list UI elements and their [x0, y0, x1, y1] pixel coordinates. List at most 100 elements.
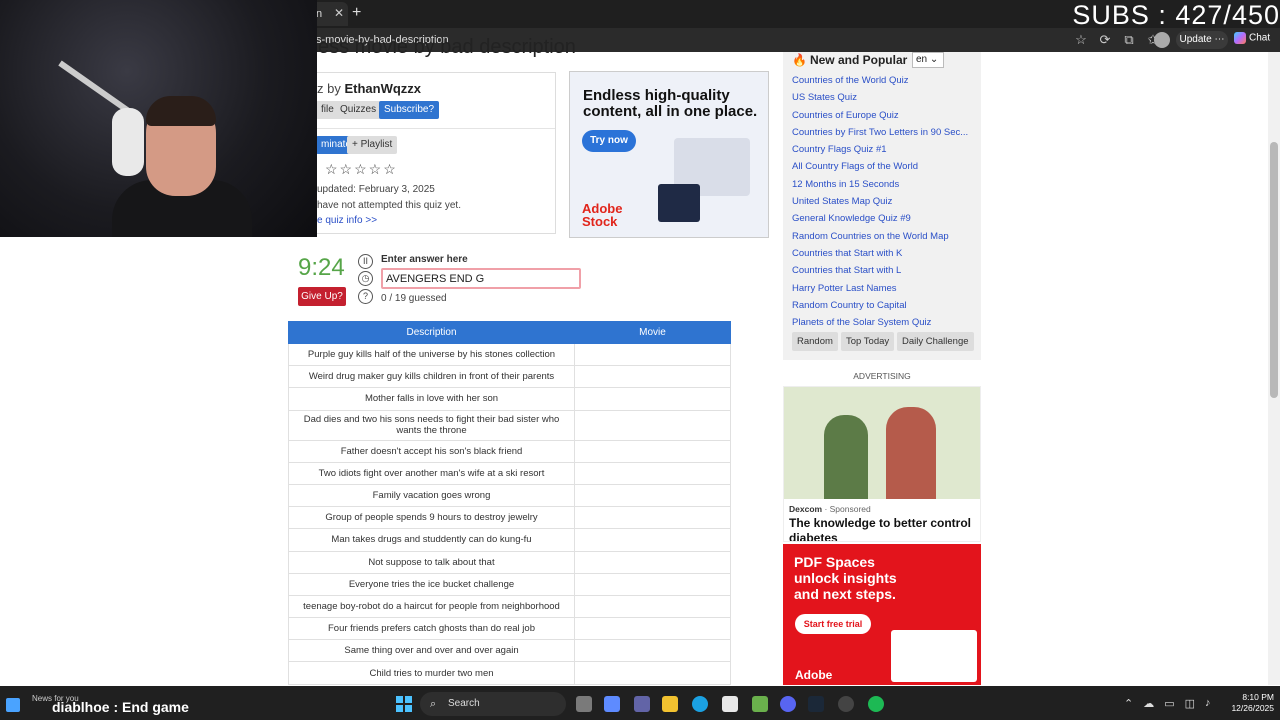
daily-challenge-button[interactable]: Daily Challenge	[897, 332, 974, 351]
ad-headline: The knowledge to better control	[789, 516, 972, 530]
chevron-up-icon[interactable]: ⌃	[1124, 697, 1133, 710]
ad-person	[824, 415, 868, 499]
page-scrollbar[interactable]	[1268, 52, 1280, 685]
system-clock[interactable]: 8:10 PM 12/26/2025	[1226, 692, 1274, 714]
sponsor-name: Dexcom	[789, 504, 823, 514]
quiz-author[interactable]: EthanWqzzx	[344, 81, 421, 96]
movie-cell	[574, 409, 731, 441]
popular-quiz-link[interactable]: Random Country to Capital	[792, 297, 968, 314]
microphone	[112, 108, 144, 176]
taskbar-search[interactable]: ⌕ Search	[420, 692, 566, 716]
popular-quiz-link[interactable]: All Country Flags of the World	[792, 158, 968, 175]
chat-label: Chat	[1249, 32, 1271, 44]
page-title: ess movie by bad description	[318, 36, 576, 58]
movie-cell	[574, 528, 731, 552]
help-icon[interactable]: ?	[358, 289, 373, 304]
guessed-count: 0 / 19 guessed	[381, 293, 447, 304]
table-row: Two idiots fight over another man's wife…	[288, 461, 731, 485]
popular-quiz-link[interactable]: Countries that Start with K	[792, 245, 968, 262]
ad-headline-cont: diabetes	[789, 531, 838, 542]
popular-quiz-link[interactable]: 12 Months in 15 Seconds	[792, 176, 968, 193]
popular-quiz-link[interactable]: Countries by First Two Letters in 90 Sec…	[792, 124, 968, 141]
table-row: Dad dies and two his sons needs to fight…	[288, 409, 731, 441]
adobe-stock-ad[interactable]: Endless high-quality content, all in one…	[569, 71, 769, 238]
quizzes-button[interactable]: Quizzes	[335, 101, 382, 119]
display-icon[interactable]: ▭	[1164, 697, 1174, 710]
close-icon[interactable]: ✕	[334, 6, 344, 20]
spotify-icon[interactable]	[868, 696, 884, 712]
volume-icon[interactable]: ♪	[1205, 697, 1211, 710]
extensions-icon[interactable]: ⧉	[1122, 32, 1136, 48]
start-icon[interactable]	[396, 696, 412, 712]
answer-input[interactable]	[381, 268, 581, 289]
new-tab-icon[interactable]: +	[352, 4, 361, 22]
search-icon: ⌕	[430, 698, 437, 710]
discord-icon[interactable]	[780, 696, 796, 712]
popular-quiz-link[interactable]: Country Flags Quiz #1	[792, 141, 968, 158]
rating-stars[interactable]: ☆☆☆☆☆	[325, 161, 398, 178]
copilot-app-icon[interactable]	[604, 696, 620, 712]
star-icon[interactable]: ☆	[1074, 32, 1088, 48]
network-icon[interactable]: ◫	[1185, 697, 1195, 710]
table-row: Child tries to murder two men	[288, 661, 731, 685]
table-row: Group of people spends 9 hours to destro…	[288, 506, 731, 530]
pause-icon[interactable]: II	[358, 254, 373, 269]
popular-quiz-link[interactable]: Countries of Europe Quiz	[792, 107, 968, 124]
popular-quiz-link[interactable]: US States Quiz	[792, 89, 968, 106]
table-row: Not suppose to talk about that	[288, 550, 731, 574]
table-row: teenage boy-robot do a haircut for peopl…	[288, 594, 731, 619]
refresh-icon[interactable]: ⟳	[1098, 32, 1112, 48]
popular-quiz-link[interactable]: Countries that Start with L	[792, 262, 968, 279]
top-today-button[interactable]: Top Today	[841, 332, 895, 351]
edge-icon[interactable]	[692, 696, 708, 712]
widgets-icon[interactable]	[6, 698, 20, 712]
popular-quiz-link[interactable]: Harry Potter Last Names	[792, 280, 968, 297]
quiz-info-link[interactable]: e quiz info >>	[317, 215, 377, 226]
profile-avatar[interactable]	[1154, 32, 1170, 48]
obs-icon[interactable]	[838, 696, 854, 712]
search-label: Search	[448, 698, 480, 709]
update-button[interactable]: Update ⋯	[1176, 31, 1228, 49]
scroll-thumb[interactable]	[1270, 142, 1278, 398]
start-free-trial-button[interactable]: Start free trial	[795, 614, 871, 634]
updated-date: updated: February 3, 2025	[317, 184, 435, 195]
dexcom-ad[interactable]: Dexcom · Sponsored The knowledge to bett…	[783, 386, 981, 542]
ad-brand-line2: Stock	[582, 214, 618, 229]
cloud-icon[interactable]: ☁	[1143, 697, 1154, 710]
popular-quiz-link[interactable]: Countries of the World Quiz	[792, 72, 968, 89]
language-select[interactable]: en ⌄	[912, 52, 944, 68]
file-explorer-icon[interactable]	[662, 696, 678, 712]
description-cell: Four friends prefers catch ghosts than d…	[288, 617, 575, 641]
playlist-button[interactable]: + Playlist	[347, 136, 398, 154]
clock-date: 12/26/2025	[1231, 703, 1274, 713]
movie-cell	[574, 506, 731, 530]
ad-artwork	[891, 630, 977, 682]
random-button[interactable]: Random	[792, 332, 838, 351]
popular-quiz-link[interactable]: United States Map Quiz	[792, 193, 968, 210]
adobe-pdf-ad[interactable]: PDF Spaces unlock insights and next step…	[783, 544, 981, 685]
description-cell: Two idiots fight over another man's wife…	[288, 461, 575, 485]
movie-cell	[574, 342, 731, 367]
chat-button[interactable]: Chat	[1234, 32, 1270, 44]
popular-quiz-link[interactable]: Random Countries on the World Map	[792, 228, 968, 245]
teams-icon[interactable]	[634, 696, 650, 712]
description-cell: Child tries to murder two men	[288, 661, 575, 685]
popular-quiz-link[interactable]: Planets of the Solar System Quiz	[792, 314, 968, 331]
advertising-label: ADVERTISING	[853, 371, 911, 381]
store-icon[interactable]	[722, 696, 738, 712]
movie-cell	[574, 661, 731, 685]
steam-icon[interactable]	[808, 696, 824, 712]
subscribe-button[interactable]: Subscribe?	[379, 101, 440, 119]
movie-cell	[574, 483, 731, 508]
popular-quiz-link[interactable]: General Knowledge Quiz #9	[792, 210, 968, 227]
app-icon[interactable]	[752, 696, 768, 712]
streamer-hair	[146, 96, 216, 126]
new-and-popular-panel: 🔥 New and Popular en ⌄ Countries of the W…	[783, 52, 981, 360]
description-cell: Everyone tries the ice bucket challenge	[288, 572, 575, 596]
webcam-overlay	[0, 0, 317, 237]
give-up-button[interactable]: Give Up?	[298, 287, 346, 306]
movie-cell	[574, 439, 731, 463]
task-view-icon[interactable]	[576, 696, 592, 712]
clock-icon[interactable]: ◷	[358, 271, 373, 286]
try-now-button[interactable]: Try now	[582, 130, 636, 152]
